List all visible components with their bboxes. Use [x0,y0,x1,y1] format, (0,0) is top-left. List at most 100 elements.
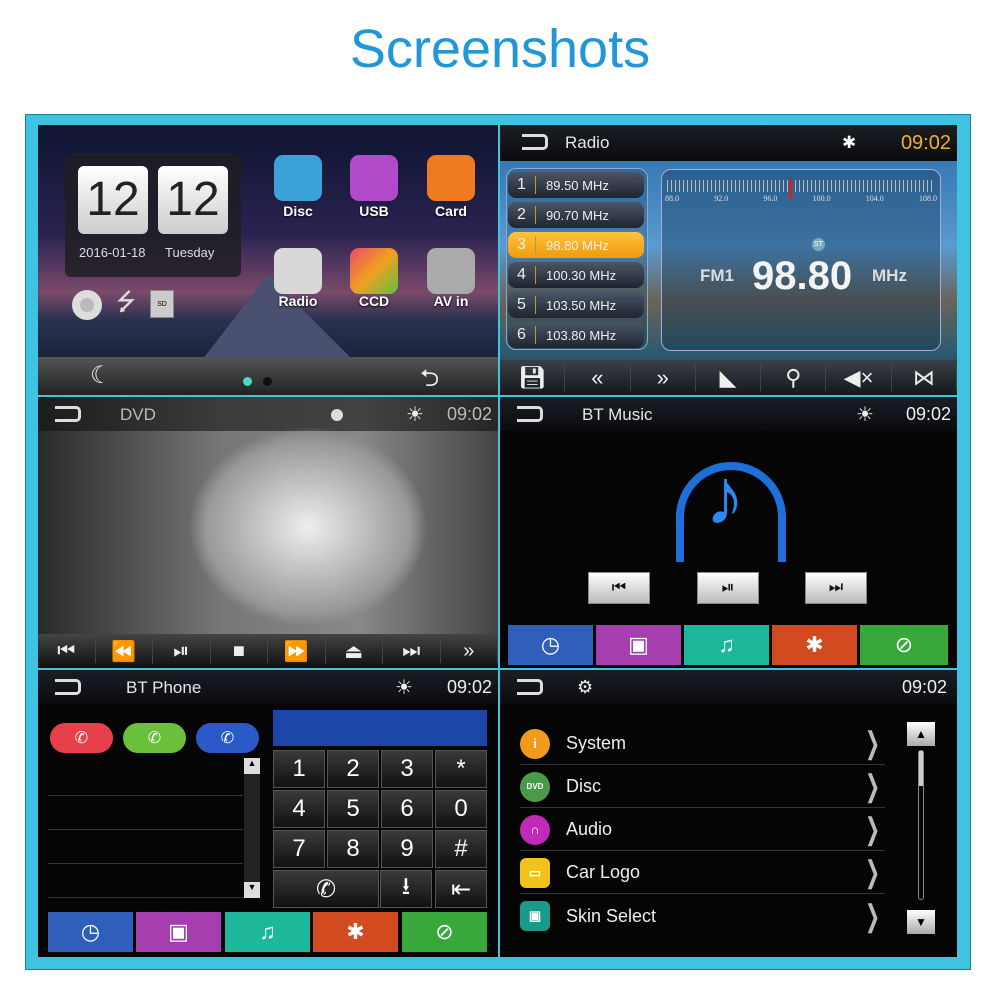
preset-frequency: 103.50 MHz [546,297,617,313]
av-in-app-icon[interactable] [427,248,475,294]
fast-forward-icon[interactable]: ⏩ [268,638,326,664]
key-9[interactable]: 9 [381,830,433,868]
settings-item-disc[interactable]: DVD Disc ❯ [520,766,885,808]
ccd-app-label[interactable]: CCD [339,293,409,309]
preset-6[interactable]: 6 103.80 MHz [508,322,644,348]
stop-icon[interactable]: ■ [211,639,268,663]
seek-back-icon[interactable]: « [565,364,631,391]
tile-contacts[interactable]: ▣ [136,912,221,952]
ccd-app-icon[interactable] [350,248,398,294]
rewind-icon[interactable]: ⏪ [96,638,153,664]
settings-item-system[interactable]: i System ❯ [520,723,885,765]
settings-item-audio[interactable]: ∩ Audio ❯ [520,809,885,851]
tile-bluetooth[interactable]: ✱ [313,912,398,952]
save-icon[interactable]: 💾︎ [500,364,566,391]
signal-icon[interactable]: ◣ [696,364,762,391]
preset-3[interactable]: 3 98.80 MHz [508,232,644,258]
page-dot-active[interactable] [243,377,252,386]
tile-phone-off[interactable]: ⊘ [402,912,487,952]
preset-2[interactable]: 2 90.70 MHz [508,202,644,228]
back-icon[interactable] [522,134,548,150]
scroll-down-icon[interactable]: ▼ [244,882,260,898]
number-display[interactable] [273,710,487,746]
card-app-icon[interactable] [427,155,475,201]
clock-widget[interactable]: 12 12 2016-01-18 Tuesday [65,153,241,277]
brightness-icon[interactable]: ☀ [406,402,424,427]
tuning-scale[interactable] [667,180,935,192]
radio-app-icon[interactable] [274,248,322,294]
disc-app-label[interactable]: Disc [263,203,333,219]
scale-label: 88.0 [665,194,679,203]
play-pause-button[interactable]: ⏯ [697,572,759,604]
disc-app-icon[interactable] [274,155,322,201]
night-mode-icon[interactable]: ☾ [90,361,112,390]
key-5[interactable]: 5 [327,790,379,828]
transfer-icon[interactable]: ⭳ [380,870,432,908]
radio-app-label[interactable]: Radio [263,293,333,309]
chevron-right-icon: ❯ [864,813,880,846]
hang-up-button[interactable]: ✆ [50,723,113,753]
tile-clock[interactable]: ◷ [508,625,593,665]
call-list[interactable] [48,762,243,902]
play-pause-icon[interactable]: ⏯ [153,639,211,663]
tile-bluetooth[interactable]: ✱ [772,625,857,665]
tile-contacts[interactable]: ▣ [596,625,681,665]
scroll-track[interactable] [918,750,924,900]
settings-item-skin-select[interactable]: ▣ Skin Select ❯ [520,895,885,937]
mute-icon[interactable]: ◀× [826,364,892,391]
eject-icon[interactable]: ⏏ [326,638,383,664]
call-log-button[interactable]: ✆ [196,723,259,753]
usb-app-icon[interactable] [350,155,398,201]
dial-button[interactable]: ✆ [273,870,379,908]
next-track-button[interactable]: ⏭ [805,572,867,604]
settings-header: ⚙ 09:02 [500,670,957,704]
preset-1[interactable]: 1 89.50 MHz [508,172,644,198]
back-icon[interactable] [55,679,81,695]
item-label: Disc [566,776,601,796]
brightness-icon[interactable]: ☀ [395,675,413,700]
previous-track-button[interactable]: ⏮ [588,572,650,604]
key-6[interactable]: 6 [381,790,433,828]
preset-4[interactable]: 4 100.30 MHz [508,262,644,288]
tile-clock[interactable]: ◷ [48,912,133,952]
scrollbar[interactable]: ▲ ▼ [244,758,260,898]
scroll-down-icon[interactable]: ▼ [907,910,935,934]
av-in-app-label[interactable]: AV in [416,293,486,309]
back-icon[interactable]: ⮌ [420,361,439,395]
key-4[interactable]: 4 [273,790,325,828]
answer-button[interactable]: ✆ [123,723,186,753]
scroll-up-icon[interactable]: ▲ [907,722,935,746]
key-0[interactable]: 0 [435,790,487,828]
previous-icon[interactable]: ⏮ [38,639,96,663]
key-*[interactable]: * [435,750,487,788]
key-3[interactable]: 3 [381,750,433,788]
key-1[interactable]: 1 [273,750,325,788]
back-icon[interactable] [517,679,543,695]
bt-phone-screen: BT Phone ☀ 09:02 ✆ ✆ ✆ ▲ ▼ 1 2 3 * 4 5 6 0 7 8 9 # … [38,670,498,957]
key-8[interactable]: 8 [327,830,379,868]
seek-forward-icon[interactable]: » [631,364,696,391]
key-2[interactable]: 2 [327,750,379,788]
brightness-icon[interactable]: ☀ [856,402,874,427]
scroll-thumb[interactable] [919,751,923,786]
scroll-up-icon[interactable]: ▲ [244,758,260,774]
usb-app-label[interactable]: USB [339,203,409,219]
settings-item-car-logo[interactable]: ▭ Car Logo ❯ [520,852,885,894]
back-icon[interactable] [55,406,81,422]
info-icon: i [520,728,550,759]
preset-5[interactable]: 5 103.50 MHz [508,292,644,318]
key-#[interactable]: # [435,830,487,868]
search-icon[interactable]: ⚲ [761,364,827,391]
more-icon[interactable]: » [441,639,498,663]
key-7[interactable]: 7 [273,830,325,868]
tile-music[interactable]: ♫ [225,912,310,952]
tile-phone-off[interactable]: ⊘ [860,625,948,665]
tile-music[interactable]: ♫ [684,625,769,665]
card-app-label[interactable]: Card [416,203,486,219]
back-icon[interactable] [517,406,543,422]
page-dot[interactable] [263,377,272,386]
backspace-icon[interactable]: ⇤ [435,870,487,908]
stereo-mode-icon[interactable]: ⋈ [892,364,957,391]
next-icon[interactable]: ⏭ [383,639,441,663]
settings-scrollbar[interactable]: ▲ ▼ [907,722,935,934]
